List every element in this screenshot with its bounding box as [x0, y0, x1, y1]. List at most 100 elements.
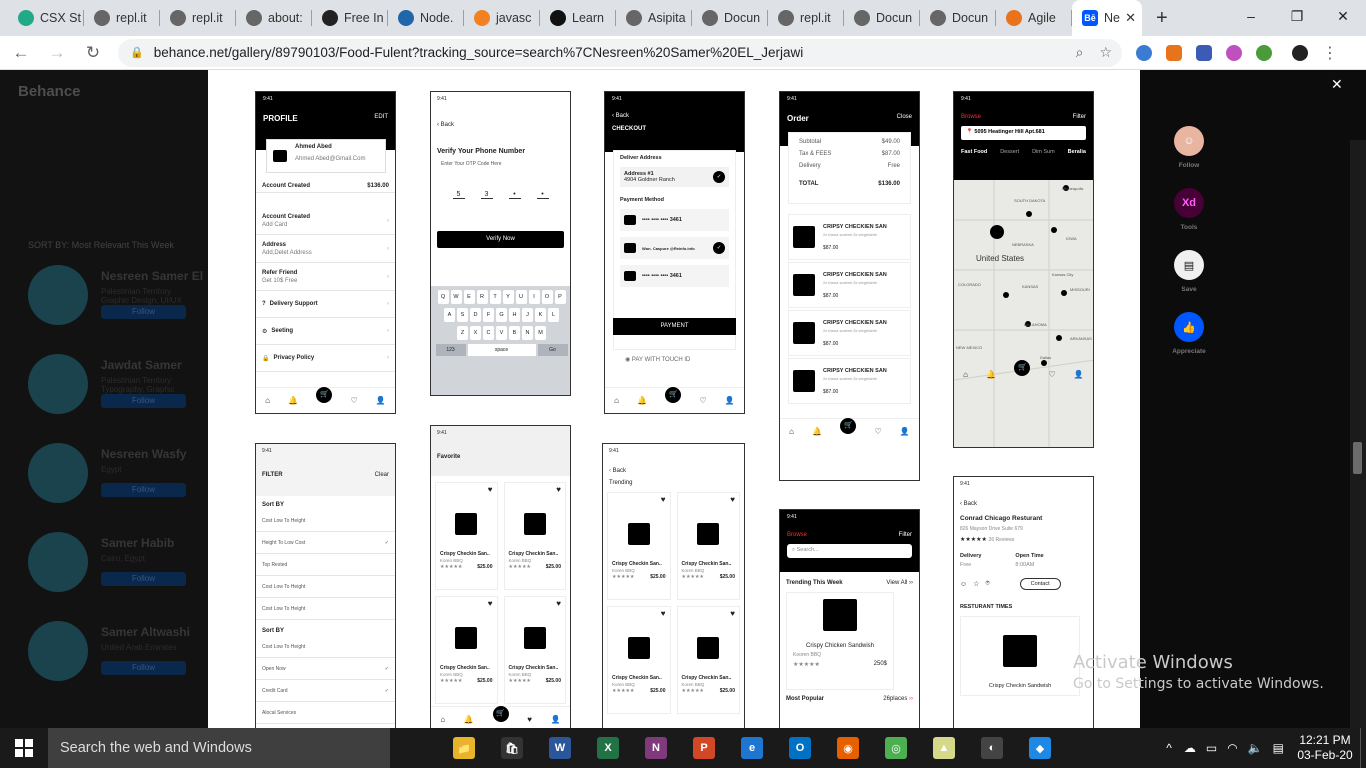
profile-card[interactable]: Nesreen Samer El Palestinian Territory Gr…	[28, 265, 208, 343]
profile-menu-item[interactable]: ? Delivery Support ›	[256, 291, 395, 318]
vscode-taskbar-button[interactable]: ◆	[1016, 728, 1064, 768]
category-tab[interactable]: Dim Sum	[1032, 149, 1055, 155]
browser-tab[interactable]: repl.it	[84, 0, 160, 36]
home-icon[interactable]: ⌂	[963, 370, 968, 379]
location-icon[interactable]: ⌾	[985, 580, 989, 588]
keyboard-key[interactable]: C	[483, 326, 494, 340]
keyboard-key[interactable]: K	[535, 308, 546, 322]
new-tab-button[interactable]: +	[1156, 7, 1168, 30]
otp-digit[interactable]: 5	[452, 191, 465, 199]
follow-button[interactable]: Follow	[101, 305, 186, 319]
keyboard-key[interactable]: A	[444, 308, 455, 322]
maps-taskbar-button[interactable]: ▲	[920, 728, 968, 768]
show-desktop-button[interactable]	[1360, 728, 1366, 768]
browser-tab[interactable]: javasc	[464, 0, 540, 36]
product-card[interactable]: ♥ Crispy Checkin San.. Koren BBQ ★★★★★ $25.0…	[503, 482, 566, 590]
filter-option[interactable]: Alocal Services	[256, 702, 395, 724]
heart-icon[interactable]: ♥	[730, 495, 735, 504]
close-modal-icon[interactable]: ✕	[1331, 76, 1343, 93]
contact-button[interactable]: Contact	[1019, 578, 1061, 590]
profile-menu-item[interactable]: 🔒 Privacy Policy ›	[256, 345, 395, 372]
address-card[interactable]: Address #1 4904 Goldner Ranch ✓	[620, 167, 729, 187]
keyboard-key[interactable]: P	[554, 290, 566, 304]
bell-icon[interactable]: 🔔	[637, 396, 647, 405]
filter-option[interactable]: Height To Low Cost ✓	[256, 532, 395, 554]
onenote-taskbar-button[interactable]: N	[632, 728, 680, 768]
keyboard-key[interactable]: D	[470, 308, 481, 322]
touch-id-link[interactable]: ◉ PAY WITH TOUCH ID	[625, 356, 690, 363]
heart-icon[interactable]: ♥	[556, 485, 561, 494]
keyboard-key[interactable]: N	[522, 326, 533, 340]
heart-icon[interactable]: ♡	[1049, 370, 1056, 379]
battery-icon[interactable]: ▭	[1206, 741, 1217, 755]
start-button[interactable]	[0, 728, 48, 768]
profile-menu-item[interactable]: Address Add,Delet Address ›	[256, 235, 395, 263]
browser-tab[interactable]: repl.it	[160, 0, 236, 36]
heart-icon[interactable]: ♥	[730, 609, 735, 618]
follow-button[interactable]: Follow	[101, 572, 186, 586]
onedrive-icon[interactable]: ☁	[1184, 741, 1196, 755]
minimize-button[interactable]: –	[1228, 0, 1274, 32]
browser-tab[interactable]: Docun	[692, 0, 768, 36]
heart-icon[interactable]: ♥	[556, 599, 561, 608]
file-explorer-taskbar-button[interactable]: 📁	[440, 728, 488, 768]
active-tab[interactable]: Bē Ne ✕	[1072, 0, 1142, 36]
outlook-taskbar-button[interactable]: O	[776, 728, 824, 768]
otp-digit[interactable]: 3	[480, 191, 493, 199]
keyboard-key[interactable]: W	[450, 290, 462, 304]
order-item[interactable]: CRIPSY CHECKIEN SAN 2x thana scahmi,3x we…	[788, 262, 911, 308]
user-icon[interactable]: 👤	[900, 427, 910, 436]
user-icon[interactable]: 👤	[551, 715, 561, 724]
keyboard-key[interactable]: Q	[437, 290, 449, 304]
keyboard-key[interactable]: T	[489, 290, 501, 304]
category-tab[interactable]: Beralia	[1068, 149, 1086, 155]
product-card[interactable]: ♥ Crispy Checkin San.. Koren BBQ ★★★★★ $25.0…	[607, 606, 671, 714]
browser-tab[interactable]: Asipita	[616, 0, 692, 36]
category-tab[interactable]: Dessert	[1000, 149, 1019, 155]
filter-option[interactable]: Top Rested	[256, 554, 395, 576]
profile-menu-item[interactable]: Account Created Add Card ›	[256, 207, 395, 235]
heart-icon[interactable]: ♡	[351, 396, 358, 405]
heart-icon[interactable]: ♥	[488, 485, 493, 494]
tab-close-icon[interactable]: ✕	[1125, 10, 1136, 26]
heart-icon[interactable]: ♥	[661, 609, 666, 618]
heart-icon[interactable]: ♡	[875, 427, 882, 436]
view-all-link[interactable]: View All ››	[886, 580, 913, 586]
cart-icon[interactable]: 🛒	[665, 386, 682, 403]
search-input[interactable]: ⌕ Search...	[787, 544, 912, 558]
follow-button[interactable]: Follow	[101, 661, 186, 675]
menu-dots-icon[interactable]: ⋮	[1322, 43, 1338, 63]
extension-icon[interactable]	[1196, 44, 1212, 61]
browser-tab[interactable]: about:	[236, 0, 312, 36]
keyboard-key[interactable]: U	[515, 290, 527, 304]
back-link[interactable]: ‹ Back	[954, 491, 1093, 507]
extension-icon[interactable]	[1136, 44, 1152, 61]
key-space[interactable]: space	[467, 344, 536, 356]
scrollbar-thumb[interactable]	[1353, 442, 1362, 474]
star-icon[interactable]: ☆	[973, 580, 979, 588]
product-card[interactable]: ♥ Crispy Checkin San.. Koren BBQ ★★★★★ $25.0…	[607, 492, 671, 600]
profile-menu-item[interactable]: Refer Friend Get 10$ Free ›	[256, 263, 395, 291]
map-view[interactable]: United States NEBRASKA SOUTH DAKOTA IOWA…	[954, 180, 1093, 447]
keyboard-key[interactable]: G	[496, 308, 507, 322]
close-window-button[interactable]: ✕	[1320, 0, 1366, 32]
maximize-button[interactable]: ❐	[1274, 0, 1320, 32]
filter-option[interactable]: Cost Low To Height	[256, 576, 395, 598]
keyboard-key[interactable]: B	[509, 326, 520, 340]
bell-icon[interactable]: 🔔	[288, 396, 298, 405]
chrome-taskbar-button[interactable]: ◎	[872, 728, 920, 768]
otp-digit[interactable]: •	[536, 191, 549, 199]
user-icon[interactable]: ☺	[960, 581, 967, 588]
bell-icon[interactable]: 🔔	[464, 715, 474, 724]
keyboard-key[interactable]: M	[535, 326, 546, 340]
edge-taskbar-button[interactable]: e	[728, 728, 776, 768]
follow-button[interactable]: Follow	[101, 483, 186, 497]
browser-tab[interactable]: CSX St	[8, 0, 84, 36]
keyboard-key[interactable]: I	[528, 290, 540, 304]
heart-icon[interactable]: ♥	[527, 715, 532, 724]
extension-icon[interactable]	[1166, 44, 1182, 61]
forward-button[interactable]: →	[42, 43, 72, 63]
home-icon[interactable]: ⌂	[789, 427, 794, 436]
browse-link[interactable]: Browse	[961, 114, 981, 120]
profile-menu-item[interactable]: ⚙ Seeting ›	[256, 318, 395, 345]
